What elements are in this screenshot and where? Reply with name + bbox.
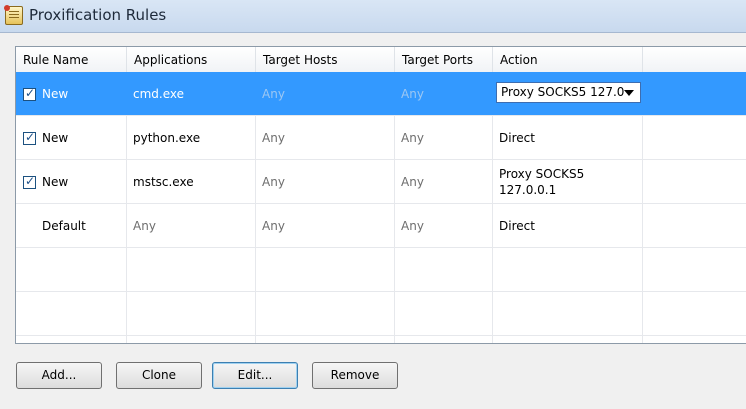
applications-cell: cmd.exe [133,87,185,101]
action-cell: Direct [499,131,535,145]
action-dropdown-value: Proxy SOCKS5 127.0 [501,85,625,99]
target-hosts-cell: Any [262,87,285,101]
table-row[interactable]: Default Any Any Any Direct [16,204,746,248]
applications-cell: Any [133,219,156,233]
title-bar: Proxification Rules [0,0,746,33]
target-hosts-cell: Any [262,175,285,189]
rule-enabled-checkbox[interactable] [23,174,36,189]
rule-name: New [42,175,69,189]
target-hosts-cell: Any [262,219,285,233]
applications-cell: python.exe [133,131,201,145]
rule-name: Default [42,219,86,233]
column-header-action[interactable]: Action [493,47,643,72]
target-ports-cell: Any [401,219,424,233]
remove-button[interactable]: Remove [312,362,398,389]
table-row[interactable]: New python.exe Any Any Direct [16,116,746,160]
target-hosts-cell: Any [262,131,285,145]
action-cell: Proxy SOCKS5 127.0.0.1 [499,167,585,197]
target-ports-cell: Any [401,131,424,145]
rule-enabled-checkbox[interactable] [23,86,36,101]
add-button[interactable]: Add... [16,362,102,389]
column-header-target-hosts[interactable]: Target Hosts [256,47,395,72]
rule-name: New [42,131,69,145]
rules-table: Rule Name Applications Target Hosts Targ… [15,46,746,344]
table-row[interactable]: New mstsc.exe Any Any Proxy SOCKS5 127.0… [16,160,746,204]
column-header-rule-name[interactable]: Rule Name [16,47,127,72]
target-ports-cell: Any [401,87,424,101]
window-title: Proxification Rules [29,6,167,24]
rule-name: New [42,87,69,101]
rule-enabled-checkbox[interactable] [23,130,36,145]
edit-button[interactable]: Edit... [212,362,298,389]
table-header: Rule Name Applications Target Hosts Targ… [16,47,746,73]
chevron-down-icon[interactable] [624,90,634,96]
action-dropdown[interactable]: Proxy SOCKS5 127.0 [496,82,641,103]
proxifier-rules-icon [4,5,23,25]
applications-cell: mstsc.exe [133,175,194,189]
empty-row [16,292,746,336]
action-cell: Direct [499,219,535,233]
clone-button[interactable]: Clone [116,362,202,389]
target-ports-cell: Any [401,175,424,189]
empty-row [16,248,746,292]
column-header-target-ports[interactable]: Target Ports [395,47,493,72]
column-header-applications[interactable]: Applications [127,47,256,72]
table-row[interactable]: New cmd.exe Any Any Proxy SOCKS5 127.0 [16,72,746,116]
